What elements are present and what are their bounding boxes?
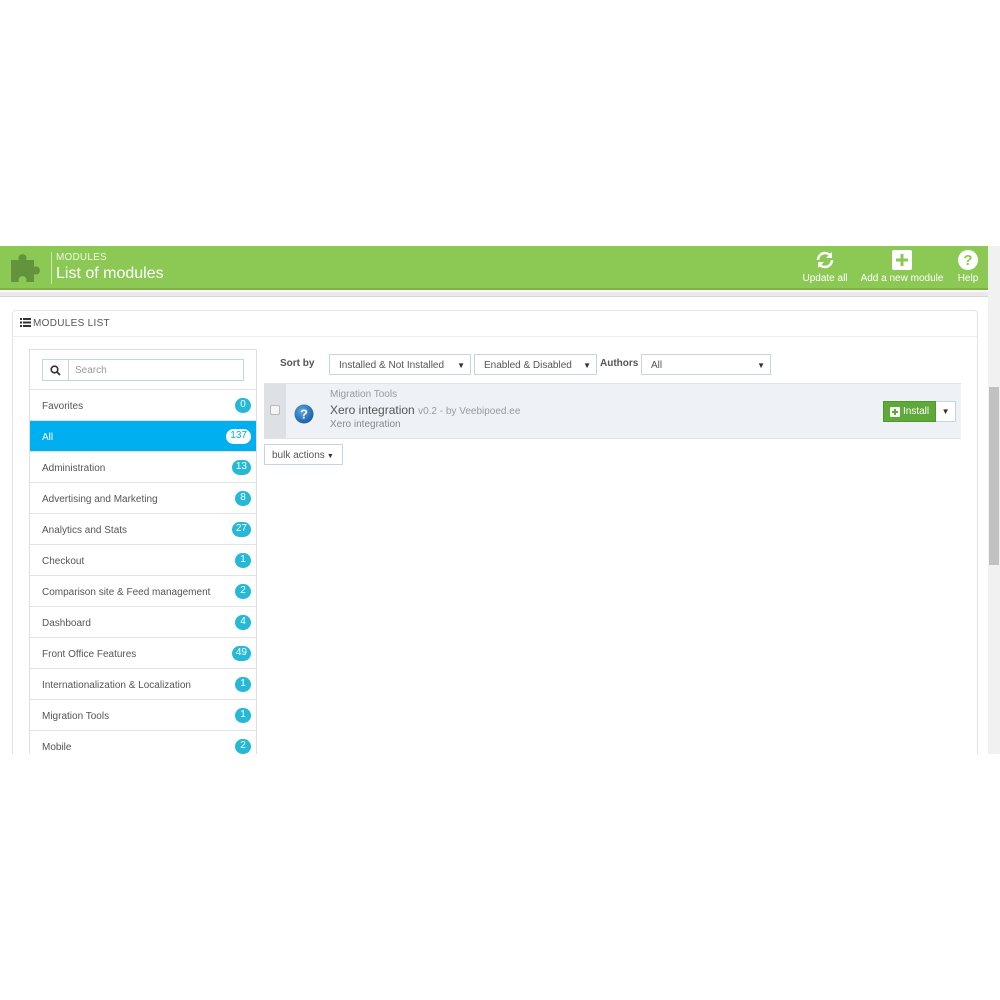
category-item[interactable]: Analytics and Stats 27 xyxy=(30,514,256,545)
svg-text:?: ? xyxy=(963,252,972,269)
sort-by-label: Sort by xyxy=(280,358,315,369)
category-count-badge: 4 xyxy=(235,615,251,630)
plus-square-icon xyxy=(890,407,900,417)
authors-select[interactable]: All ▼ xyxy=(641,354,771,375)
category-item[interactable]: Advertising and Marketing 8 xyxy=(30,483,256,514)
category-label: Analytics and Stats xyxy=(42,525,128,536)
plus-square-icon xyxy=(892,250,912,270)
authors-label: Authors xyxy=(600,358,639,369)
category-item[interactable]: Mobile 2 xyxy=(30,731,256,754)
search-row xyxy=(30,350,256,390)
category-item[interactable]: Favorites 0 xyxy=(30,390,256,421)
module-description: Xero integration xyxy=(330,419,401,430)
search-button[interactable] xyxy=(43,360,69,380)
caret-down-icon: ▼ xyxy=(583,361,591,370)
unknown-module-icon: ? xyxy=(294,404,314,424)
category-label: Dashboard xyxy=(42,618,91,629)
category-count-badge: 2 xyxy=(235,739,251,754)
module-name: Xero integration xyxy=(330,403,415,417)
screenshot-area: MODULES List of modules Update all Add a… xyxy=(0,246,1000,754)
caret-down-icon: ▼ xyxy=(457,361,465,370)
sort-select[interactable]: Installed & Not Installed ▼ xyxy=(329,354,471,375)
panel-title: MODULES LIST xyxy=(33,318,110,329)
category-count-badge: 1 xyxy=(235,677,251,692)
category-item[interactable]: Migration Tools 1 xyxy=(30,700,256,731)
help-label: Help xyxy=(957,273,979,284)
modules-panel: MODULES LIST Favorites 0 All 137 Administrat… xyxy=(12,310,978,754)
category-count-badge: 137 xyxy=(226,429,251,444)
bulk-actions-label: bulk actions xyxy=(272,450,325,461)
search-input[interactable] xyxy=(70,360,242,380)
category-label: Internationalization & Localization xyxy=(42,680,191,691)
category-count-badge: 27 xyxy=(231,522,251,537)
vertical-scrollbar[interactable] xyxy=(988,246,1000,754)
page-title: List of modules xyxy=(56,265,164,282)
add-module-label: Add a new module xyxy=(860,273,944,284)
page-header: MODULES List of modules Update all Add a… xyxy=(0,246,988,290)
header-separator xyxy=(51,252,52,284)
category-item[interactable]: Checkout 1 xyxy=(30,545,256,576)
update-all-label: Update all xyxy=(802,273,848,284)
update-all-button[interactable]: Update all xyxy=(800,249,850,287)
search-icon xyxy=(50,364,61,376)
install-label: Install xyxy=(903,406,930,417)
search-box xyxy=(42,359,244,381)
add-module-button[interactable]: Add a new module xyxy=(858,249,946,287)
refresh-icon xyxy=(816,251,834,269)
category-label: Checkout xyxy=(42,556,85,567)
caret-down-icon: ▼ xyxy=(326,453,334,460)
category-label: Administration xyxy=(42,463,106,474)
puzzle-icon xyxy=(11,254,40,282)
category-count-badge: 0 xyxy=(235,398,251,413)
status-select[interactable]: Enabled & Disabled ▼ xyxy=(474,354,597,375)
header-subbar xyxy=(0,292,988,297)
module-title: Xero integration v0.2 - by Veebipoed.ee xyxy=(330,403,520,417)
install-button[interactable]: Install xyxy=(883,401,937,422)
category-label: Mobile xyxy=(42,742,72,753)
module-checkbox[interactable] xyxy=(270,405,280,415)
panel-heading: MODULES LIST xyxy=(13,311,977,337)
category-sidebar: Favorites 0 All 137 Administration 13 Advertis… xyxy=(29,349,257,754)
caret-down-icon: ▼ xyxy=(941,407,950,416)
bulk-actions-button[interactable]: bulk actions ▼ xyxy=(264,444,343,465)
category-label: All xyxy=(42,432,54,443)
module-category: Migration Tools xyxy=(330,389,398,400)
install-button-group: Install ▼ xyxy=(883,401,957,422)
category-item[interactable]: Internationalization & Localization 1 xyxy=(30,669,256,700)
sort-select-value: Installed & Not Installed xyxy=(339,360,445,371)
category-item[interactable]: Administration 13 xyxy=(30,452,256,483)
category-label: Migration Tools xyxy=(42,711,110,722)
help-button[interactable]: ? Help xyxy=(952,249,984,287)
module-row: ? Migration Tools Xero integration v0.2 … xyxy=(264,383,961,439)
scrollbar-thumb[interactable] xyxy=(989,387,999,565)
category-label: Front Office Features xyxy=(42,649,137,660)
category-item[interactable]: Dashboard 4 xyxy=(30,607,256,638)
list-icon xyxy=(20,318,31,327)
category-label: Favorites xyxy=(42,401,84,412)
category-count-badge: 2 xyxy=(235,584,251,599)
authors-select-value: All xyxy=(651,360,663,371)
category-count-badge: 49 xyxy=(231,646,251,661)
category-count-badge: 1 xyxy=(235,708,251,723)
module-version-author: v0.2 - by Veebipoed.ee xyxy=(418,406,521,417)
category-item[interactable]: All 137 xyxy=(30,421,256,452)
category-count-badge: 8 xyxy=(235,491,251,506)
help-icon: ? xyxy=(958,250,978,270)
category-label: Comparison site & Feed management xyxy=(42,587,211,598)
svg-text:?: ? xyxy=(300,407,308,422)
category-item[interactable]: Front Office Features 49 xyxy=(30,638,256,669)
category-count-badge: 1 xyxy=(235,553,251,568)
install-dropdown-toggle[interactable]: ▼ xyxy=(936,401,957,422)
category-list: Favorites 0 All 137 Administration 13 Advertis… xyxy=(30,390,256,754)
caret-down-icon: ▼ xyxy=(757,361,765,370)
category-item[interactable]: Comparison site & Feed management 2 xyxy=(30,576,256,607)
category-count-badge: 13 xyxy=(231,460,251,475)
breadcrumb: MODULES xyxy=(56,252,107,263)
row-checkbox-cell xyxy=(264,384,286,438)
category-label: Advertising and Marketing xyxy=(42,494,158,505)
status-select-value: Enabled & Disabled xyxy=(484,360,572,371)
